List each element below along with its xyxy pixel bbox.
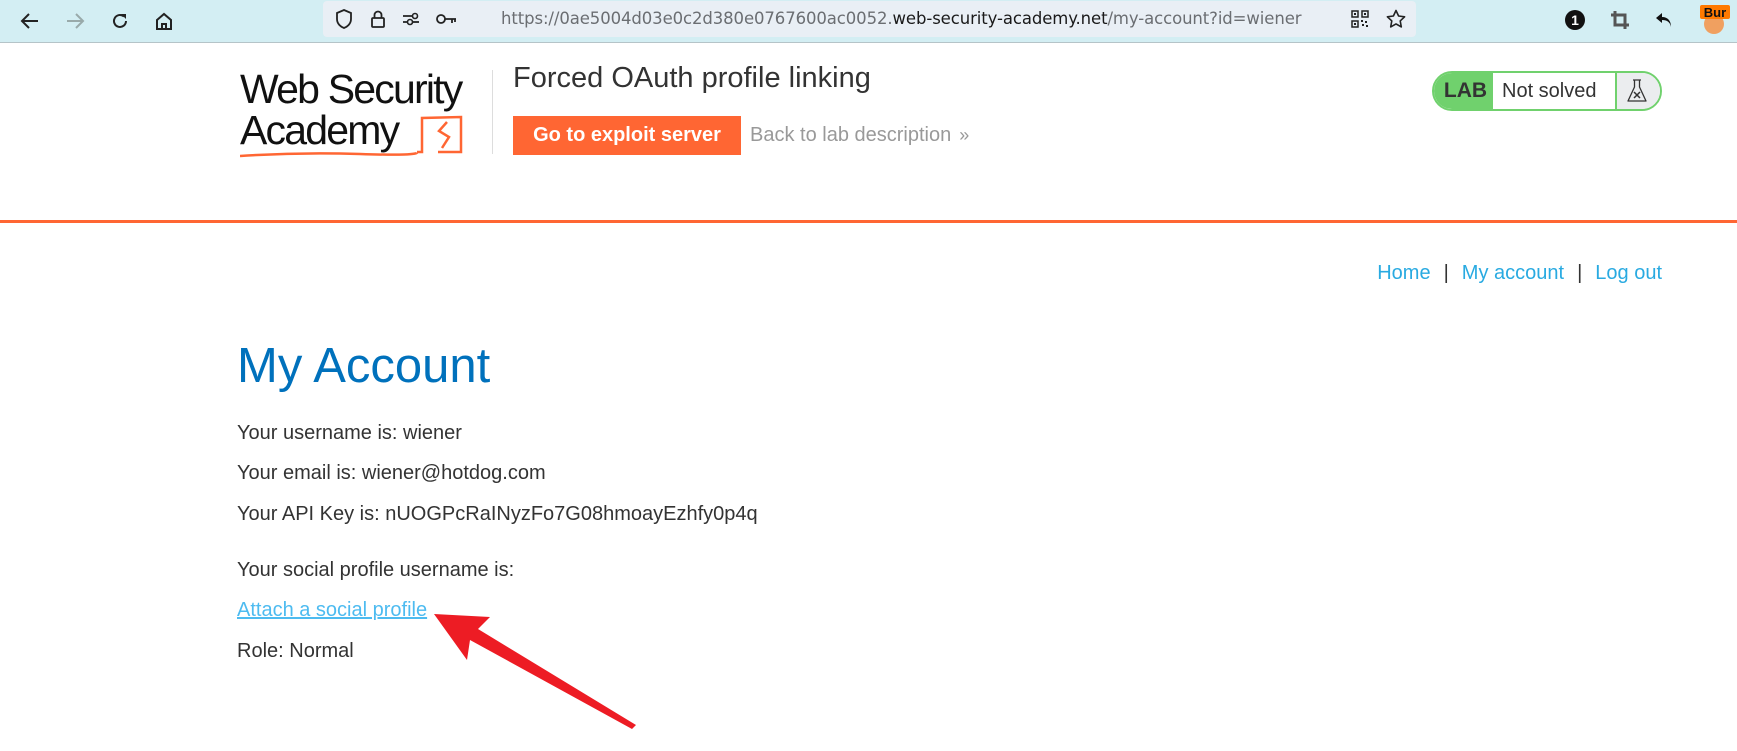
qr-code-icon[interactable] [1349, 8, 1371, 30]
permissions-icon[interactable] [400, 8, 422, 30]
reload-icon[interactable] [107, 8, 133, 34]
username-line: Your username is: wiener [237, 422, 462, 444]
top-nav: Home | My account | Log out [1377, 262, 1662, 285]
back-link-label: Back to lab description [750, 124, 952, 146]
social-profile-line: Your social profile username is: [237, 559, 515, 581]
bookmark-star-icon[interactable] [1385, 8, 1407, 30]
nav-log-out-link[interactable]: Log out [1595, 262, 1662, 285]
lock-icon[interactable] [367, 8, 389, 30]
attach-social-profile-link[interactable]: Attach a social profile [237, 599, 427, 622]
address-bar[interactable]: https://0ae5004d03e0c2d380e0767600ac0052… [323, 1, 1416, 37]
shield-icon[interactable] [333, 8, 355, 30]
logo-bolt-icon [437, 121, 451, 149]
extension-badge-count: 1 [1571, 12, 1579, 28]
url-prefix: https://0ae5004d03e0c2d380e0767600ac0052… [501, 9, 893, 28]
email-line: Your email is: wiener@hotdog.com [237, 462, 546, 484]
go-to-exploit-server-button[interactable]: Go to exploit server [513, 116, 741, 155]
url-host: web-security-academy.net [892, 9, 1108, 28]
back-to-lab-description-link[interactable]: Back to lab description » [750, 124, 969, 147]
nav-separator: | [1443, 262, 1449, 284]
nav-my-account-link[interactable]: My account [1462, 262, 1564, 285]
nav-home-link[interactable]: Home [1377, 262, 1430, 285]
logo-line2: Academy [240, 107, 401, 153]
lab-title: Forced OAuth profile linking [513, 62, 871, 94]
burp-label: Bur [1704, 5, 1726, 20]
crop-icon[interactable] [1606, 6, 1634, 34]
logo-box [417, 115, 463, 154]
lab-status-badge: LAB Not solved [1432, 71, 1662, 111]
header-divider [492, 70, 493, 154]
nav-separator: | [1577, 262, 1583, 284]
logo-line1: Web Security [240, 68, 464, 112]
back-arrow-icon[interactable] [17, 8, 43, 34]
notification-badge-icon[interactable]: 1 [1561, 6, 1589, 34]
flask-icon [1617, 73, 1660, 109]
lab-status-text: Not solved [1493, 73, 1617, 109]
role-line: Role: Normal [237, 640, 354, 662]
burp-extension-icon[interactable]: Bur [1696, 5, 1732, 34]
undo-icon[interactable] [1650, 6, 1678, 34]
api-key-line: Your API Key is: nUOGPcRaINyzFo7G08hmoay… [237, 503, 758, 525]
page-title: My Account [237, 339, 491, 393]
key-icon[interactable] [436, 8, 458, 30]
url-text[interactable]: https://0ae5004d03e0c2d380e0767600ac0052… [501, 9, 1302, 28]
url-path: /my-account?id=wiener [1107, 9, 1302, 28]
lab-tag: LAB [1434, 73, 1493, 109]
forward-arrow-icon[interactable] [62, 8, 88, 34]
web-security-academy-logo[interactable]: Web Security Academy [239, 66, 490, 160]
header-rule [0, 220, 1737, 223]
double-chevron-icon: » [959, 125, 969, 145]
home-icon[interactable] [151, 8, 177, 34]
browser-toolbar: https://0ae5004d03e0c2d380e0767600ac0052… [0, 0, 1737, 43]
